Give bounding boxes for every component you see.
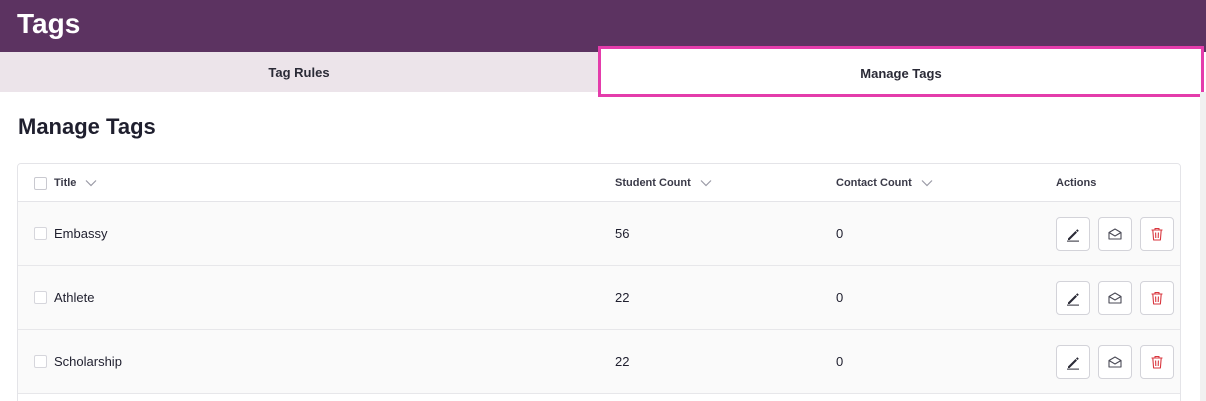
envelope-icon — [1108, 356, 1122, 368]
table-row: Athlete 22 0 — [18, 266, 1180, 330]
pencil-icon — [1067, 293, 1079, 306]
student-count: 22 — [615, 354, 630, 369]
email-button[interactable] — [1098, 281, 1132, 315]
contact-count: 0 — [836, 354, 844, 369]
column-header-contact-count[interactable]: Contact Count — [836, 164, 933, 202]
chevron-down-icon — [921, 180, 933, 187]
chevron-down-icon — [85, 180, 97, 187]
row-checkbox[interactable] — [34, 291, 47, 304]
delete-button[interactable] — [1140, 345, 1174, 379]
select-all-checkbox[interactable] — [34, 177, 47, 190]
email-button[interactable] — [1098, 217, 1132, 251]
page-header: Tags — [0, 0, 1206, 52]
page-title: Tags — [17, 8, 81, 39]
section-title: Manage Tags — [18, 114, 156, 139]
tag-title: Scholarship — [54, 354, 122, 369]
trash-icon — [1151, 227, 1163, 241]
row-checkbox[interactable] — [34, 355, 47, 368]
trash-icon — [1151, 355, 1163, 369]
chevron-down-icon — [700, 180, 712, 187]
column-header-actions: Actions — [1056, 164, 1096, 202]
delete-button[interactable] — [1140, 281, 1174, 315]
tag-title: Athlete — [54, 290, 95, 305]
column-header-student-count[interactable]: Student Count — [615, 164, 712, 202]
email-button[interactable] — [1098, 345, 1132, 379]
trash-icon — [1151, 291, 1163, 305]
scrollbar[interactable] — [1200, 92, 1206, 401]
student-count: 56 — [615, 226, 630, 241]
delete-button[interactable] — [1140, 217, 1174, 251]
row-actions — [1056, 281, 1174, 315]
row-actions — [1056, 345, 1174, 379]
tab-bar: Tag Rules Manage Tags — [0, 46, 1206, 97]
edit-button[interactable] — [1056, 345, 1090, 379]
tag-title: Embassy — [54, 226, 108, 241]
column-label: Actions — [1056, 177, 1097, 189]
row-checkbox[interactable] — [34, 227, 47, 240]
column-label: Title — [54, 177, 77, 189]
pencil-icon — [1067, 229, 1079, 242]
pencil-icon — [1067, 357, 1079, 370]
table-header: Title Student Count Contact Count Action… — [18, 164, 1180, 202]
edit-button[interactable] — [1056, 281, 1090, 315]
edit-button[interactable] — [1056, 217, 1090, 251]
contact-count: 0 — [836, 290, 844, 305]
column-label: Contact Count — [836, 177, 912, 189]
tab-manage-tags[interactable]: Manage Tags — [598, 46, 1204, 97]
student-count: 22 — [615, 290, 630, 305]
table-row: Embassy 56 0 — [18, 202, 1180, 266]
column-header-title[interactable]: Title — [54, 164, 97, 202]
envelope-icon — [1108, 228, 1122, 240]
column-label: Student Count — [615, 177, 691, 189]
row-actions — [1056, 217, 1174, 251]
envelope-icon — [1108, 292, 1122, 304]
table-row: Scholarship 22 0 — [18, 330, 1180, 394]
tab-tag-rules[interactable]: Tag Rules — [0, 52, 598, 92]
tags-table: Title Student Count Contact Count Action… — [17, 163, 1181, 401]
contact-count: 0 — [836, 226, 844, 241]
